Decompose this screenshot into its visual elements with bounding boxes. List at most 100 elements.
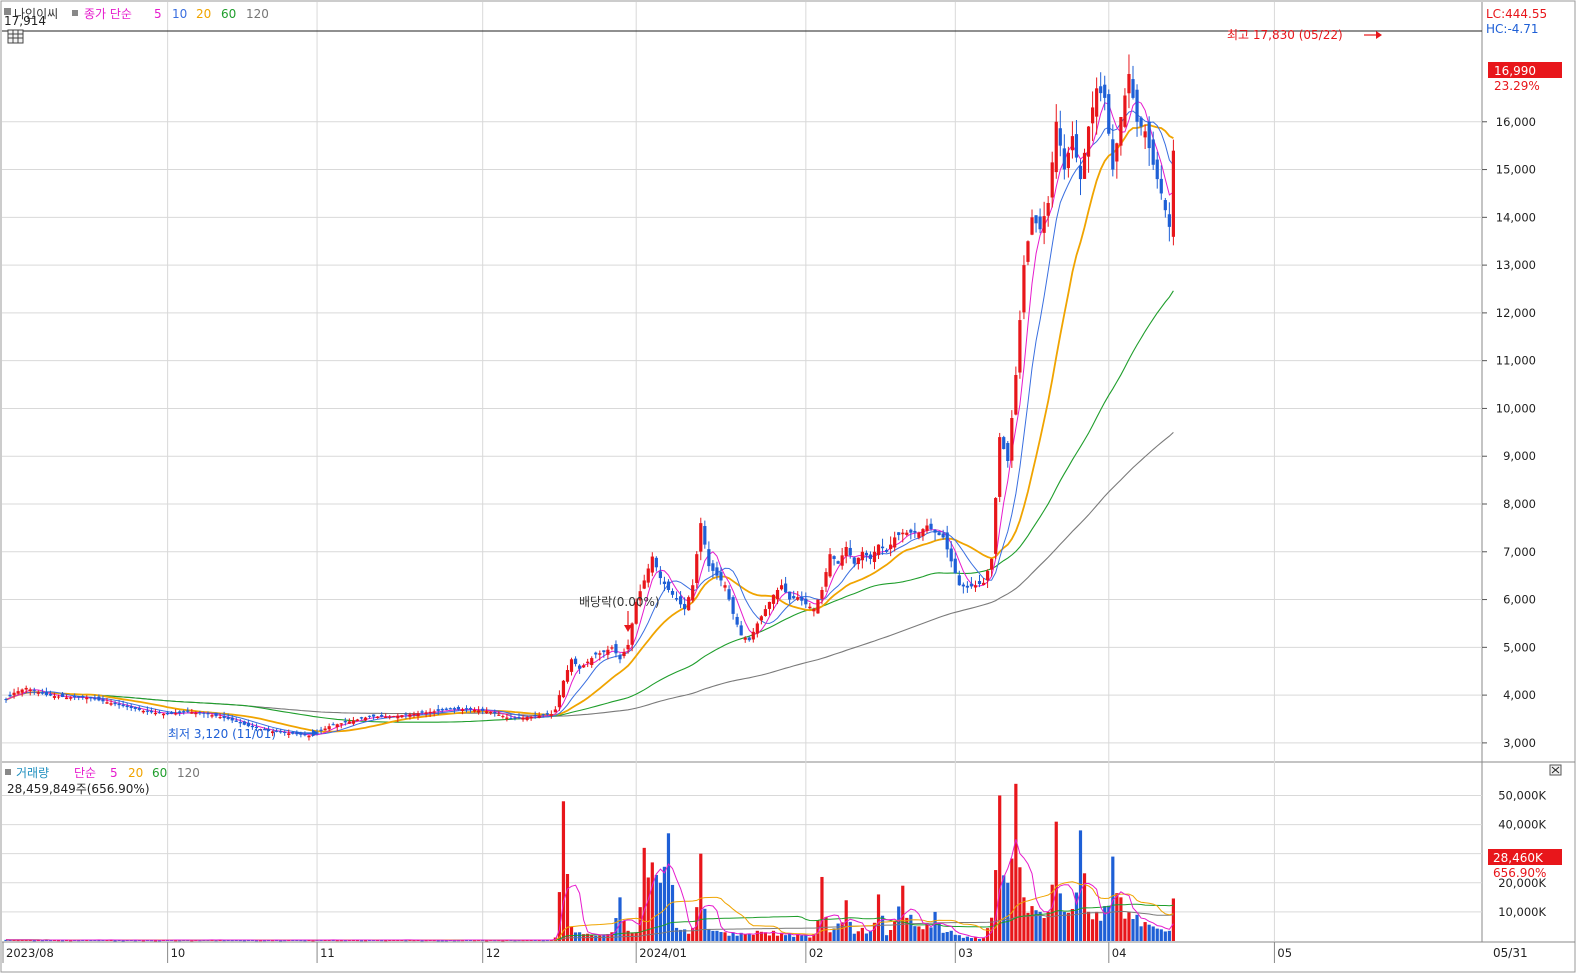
candle-body: [1095, 88, 1099, 117]
volume-bar: [804, 935, 808, 941]
candle-body: [202, 712, 206, 714]
price-tick-label: 5,000: [1503, 640, 1536, 654]
candle-body: [1066, 152, 1070, 169]
candle-body: [456, 707, 461, 710]
volume-bar: [650, 862, 654, 941]
date-label: 02: [809, 946, 824, 960]
candle-body: [174, 713, 178, 715]
volume-bar: [565, 873, 570, 941]
lc-indicator: LC:444.55: [1486, 7, 1547, 21]
candle-body: [792, 596, 796, 599]
volume-bar: [1167, 930, 1171, 941]
candle-body: [16, 691, 20, 694]
price-tick-label: 6,000: [1503, 593, 1536, 607]
price-tick-label: 16,000: [1496, 115, 1536, 129]
candle-body: [1062, 148, 1066, 170]
candle-body: [513, 717, 517, 719]
candle-body: [1103, 84, 1107, 98]
candle-body: [784, 583, 788, 593]
volume-bar: [868, 930, 873, 941]
candle-body: [913, 530, 917, 533]
candle-body: [994, 498, 998, 554]
candle-body: [569, 659, 574, 672]
legend-toggle-icon[interactable]: [72, 10, 78, 16]
close-pane-icon[interactable]: [1549, 764, 1562, 776]
candle-body: [998, 437, 1002, 497]
candle-body: [1046, 203, 1050, 216]
volume-bar: [598, 935, 602, 941]
volume-bar: [727, 935, 731, 941]
volume-bar: [977, 938, 982, 941]
volume-bar: [836, 923, 840, 941]
candle-body: [969, 583, 974, 587]
candle-body: [893, 537, 897, 548]
candle-body: [384, 716, 388, 718]
volume-bar: [1131, 919, 1135, 941]
candle-body: [973, 585, 978, 588]
candle-body: [1030, 217, 1034, 235]
candle-body: [392, 716, 396, 718]
volume-bar: [1054, 821, 1058, 941]
candle-body: [1143, 131, 1147, 138]
volume-bar: [666, 833, 671, 941]
volume-legend-ma120: 120: [177, 766, 200, 780]
candle-body: [222, 715, 226, 719]
volume-bar: [670, 884, 675, 941]
candle-body: [36, 692, 40, 694]
candle-body: [113, 702, 117, 705]
volume-bar: [929, 927, 933, 941]
candle-body: [153, 712, 158, 715]
price-tick-label: 7,000: [1503, 545, 1536, 559]
price-tick-label: 3,000: [1503, 736, 1536, 750]
candle-body: [1042, 216, 1046, 233]
volume-bar: [1099, 920, 1103, 941]
candle-body: [335, 724, 339, 728]
candle-body: [1155, 159, 1159, 180]
candle-body: [242, 721, 246, 725]
volume-toggle-icon[interactable]: [5, 769, 11, 775]
candle-body: [553, 709, 557, 713]
candle-body: [614, 644, 618, 654]
candle-body: [852, 557, 856, 564]
candle-body: [808, 606, 812, 609]
candle-body: [1018, 320, 1022, 373]
candle-body: [642, 580, 646, 589]
date-label: 04: [1112, 946, 1127, 960]
candle-body: [884, 549, 889, 552]
candle-body: [56, 696, 61, 698]
dividend-annotation: 배당락(0.00%): [579, 595, 660, 609]
table-grid-icon[interactable]: [7, 29, 24, 44]
volume-legend-title: 단순: [74, 766, 96, 780]
candle-body: [327, 726, 331, 730]
volume-bar: [937, 923, 941, 941]
candle-body: [925, 525, 929, 531]
candle-body: [359, 717, 364, 719]
volume-bar: [687, 933, 691, 941]
volume-bar: [1091, 919, 1095, 941]
legend-ma5: 5: [154, 7, 162, 21]
candle-body: [561, 680, 566, 698]
candle-body: [695, 554, 699, 584]
candle-body: [230, 717, 234, 721]
volume-bar: [824, 916, 828, 941]
volume-bar: [1078, 830, 1083, 941]
candle-body: [81, 695, 85, 698]
volume-bar: [578, 932, 582, 941]
candle-body: [416, 713, 420, 717]
top-value-label: 17,914: [4, 14, 46, 28]
candle-body: [489, 711, 493, 714]
last-price-text: 16,990: [1494, 64, 1536, 78]
last-change-text: 23.29%: [1494, 79, 1540, 93]
candle-body: [1091, 107, 1095, 124]
candle-body: [703, 526, 707, 545]
volume-bar: [961, 937, 965, 941]
volume-bar: [897, 906, 901, 941]
candle-body: [408, 714, 412, 717]
hc-indicator: HC:-4.71: [1486, 22, 1539, 36]
candle-body: [343, 721, 347, 723]
candle-body: [170, 712, 174, 714]
candle-body: [218, 717, 222, 719]
candle-body: [800, 596, 804, 601]
date-label: 12: [486, 946, 501, 960]
candle-body: [824, 572, 828, 587]
